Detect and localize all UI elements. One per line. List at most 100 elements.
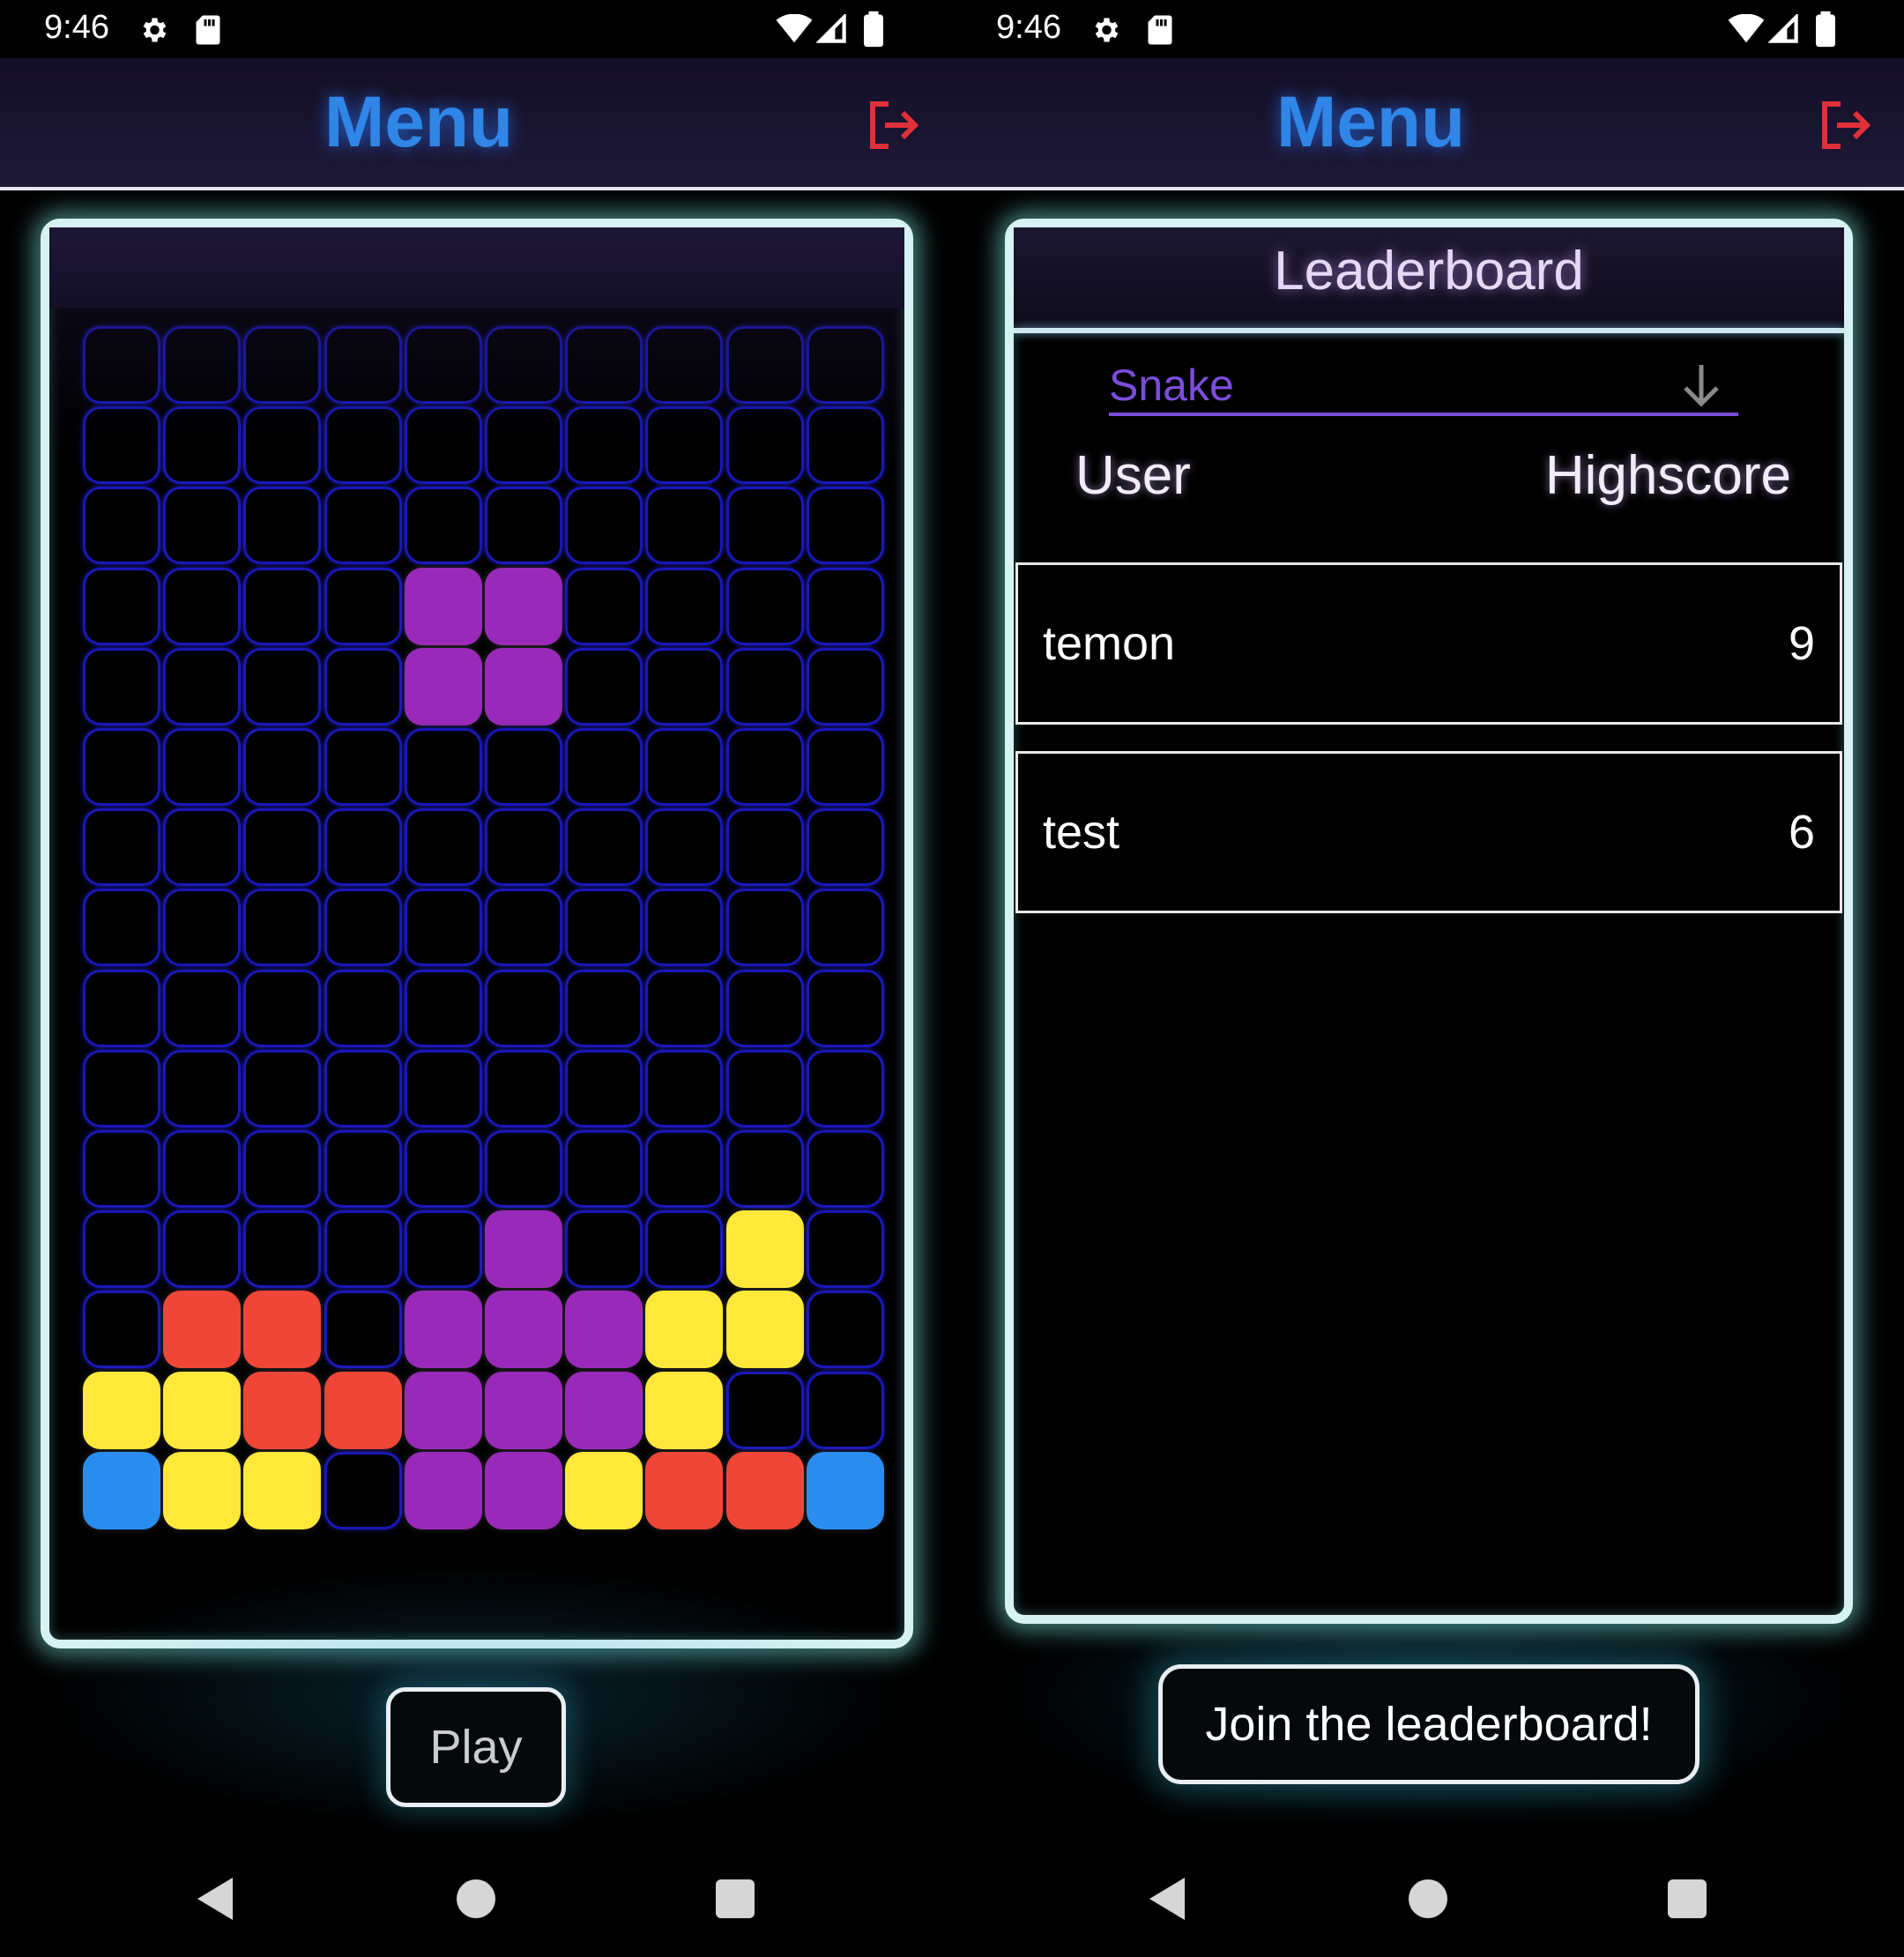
- grid-cell: [83, 1130, 160, 1208]
- grid-cell: [806, 647, 884, 726]
- grid-cell: [324, 1130, 402, 1208]
- join-leaderboard-button[interactable]: Join the leaderboard!: [1158, 1664, 1699, 1784]
- grid-cell: [725, 1049, 804, 1127]
- block-yellow: [83, 1371, 160, 1449]
- grid-cell: [725, 969, 804, 1047]
- grid-cell: [806, 808, 884, 887]
- block-purple: [485, 567, 562, 645]
- grid-cell: [485, 808, 562, 887]
- game-select-value: Snake: [1109, 361, 1234, 410]
- recent-apps-icon[interactable]: [1668, 1879, 1707, 1918]
- grid-cell: [565, 728, 643, 806]
- grid-cell: [243, 889, 322, 967]
- grid-cell: [645, 1130, 724, 1208]
- block-purple: [485, 1291, 562, 1369]
- grid-cell: [806, 406, 884, 485]
- grid-cell: [324, 406, 402, 485]
- home-icon[interactable]: [1409, 1879, 1447, 1918]
- game-screen: 9:46 Menu Play: [0, 0, 952, 1957]
- grid-cell: [485, 406, 562, 485]
- grid-cell: [725, 728, 804, 806]
- logout-icon[interactable]: [1816, 97, 1872, 153]
- signal-icon: [816, 14, 846, 43]
- sd-card-icon: [196, 15, 220, 45]
- back-icon[interactable]: [1146, 1876, 1188, 1922]
- grid-cell: [163, 487, 242, 565]
- grid-cell: [565, 1049, 643, 1127]
- grid-cell: [243, 406, 322, 485]
- grid-cell: [163, 567, 242, 645]
- grid-cell: [324, 487, 402, 565]
- grid-cell: [404, 1130, 482, 1208]
- grid-cell: [645, 1210, 724, 1289]
- grid-cell: [645, 406, 724, 485]
- grid-cell: [324, 808, 402, 887]
- block-purple: [485, 1210, 562, 1289]
- grid-cell: [404, 1210, 482, 1289]
- block-yellow: [645, 1291, 724, 1369]
- grid-cell: [83, 889, 160, 967]
- game-board-panel: [41, 219, 913, 1648]
- grid-cell: [485, 728, 562, 806]
- grid-cell: [806, 1130, 884, 1208]
- leaderboard-row[interactable]: test 6: [1015, 751, 1842, 913]
- play-button[interactable]: Play: [386, 1687, 566, 1807]
- grid-cell: [404, 728, 482, 806]
- grid-cell: [645, 487, 724, 565]
- grid-cell: [725, 647, 804, 726]
- grid-cell: [725, 808, 804, 887]
- grid-cell: [163, 647, 242, 726]
- grid-cell: [243, 487, 322, 565]
- grid-cell: [485, 326, 562, 404]
- grid-cell: [645, 647, 724, 726]
- block-yellow: [565, 1451, 643, 1529]
- leaderboard-row[interactable]: temon 9: [1015, 562, 1842, 725]
- column-header-highscore: Highscore: [1544, 445, 1791, 506]
- block-red: [725, 1451, 804, 1529]
- grid-cell: [806, 1371, 884, 1449]
- block-purple: [404, 1371, 482, 1449]
- block-purple: [485, 1451, 562, 1529]
- grid-cell: [565, 326, 643, 404]
- arrow-down-icon[interactable]: [1680, 361, 1722, 407]
- grid-cell: [565, 487, 643, 565]
- grid-cell: [243, 728, 322, 806]
- status-bar: 9:46: [952, 0, 1904, 58]
- gear-icon: [1095, 18, 1119, 42]
- wifi-icon: [776, 14, 813, 43]
- signal-icon: [1768, 14, 1798, 43]
- block-yellow: [645, 1371, 724, 1449]
- grid-cell: [725, 567, 804, 645]
- grid-cell: [163, 808, 242, 887]
- home-icon[interactable]: [457, 1879, 495, 1918]
- page-title: Menu: [1276, 82, 1466, 162]
- block-blue: [83, 1451, 160, 1529]
- grid-cell: [243, 1049, 322, 1127]
- grid-cell: [324, 1451, 402, 1529]
- gear-icon: [143, 18, 167, 42]
- grid-cell: [645, 889, 724, 967]
- app-header: Menu: [952, 58, 1904, 189]
- recent-apps-icon[interactable]: [716, 1879, 755, 1918]
- grid-cell: [163, 1049, 242, 1127]
- grid-cell: [324, 647, 402, 726]
- grid-cell: [83, 728, 160, 806]
- block-red: [163, 1291, 242, 1369]
- grid-cell: [645, 808, 724, 887]
- block-yellow: [163, 1371, 242, 1449]
- grid-cell: [725, 326, 804, 404]
- back-icon[interactable]: [194, 1876, 236, 1922]
- nav-bar: [0, 1841, 952, 1957]
- grid-cell: [565, 969, 643, 1047]
- grid-cell: [324, 1291, 402, 1369]
- logout-icon[interactable]: [864, 97, 920, 153]
- grid-cell: [163, 326, 242, 404]
- game-select-dropdown[interactable]: Snake: [1109, 360, 1738, 416]
- wifi-icon: [1728, 14, 1765, 43]
- block-purple: [404, 1451, 482, 1529]
- grid-cell: [163, 969, 242, 1047]
- grid-cell: [163, 889, 242, 967]
- tetris-grid[interactable]: [83, 326, 887, 1536]
- row-score: 6: [1788, 806, 1815, 859]
- header-divider: [0, 187, 952, 190]
